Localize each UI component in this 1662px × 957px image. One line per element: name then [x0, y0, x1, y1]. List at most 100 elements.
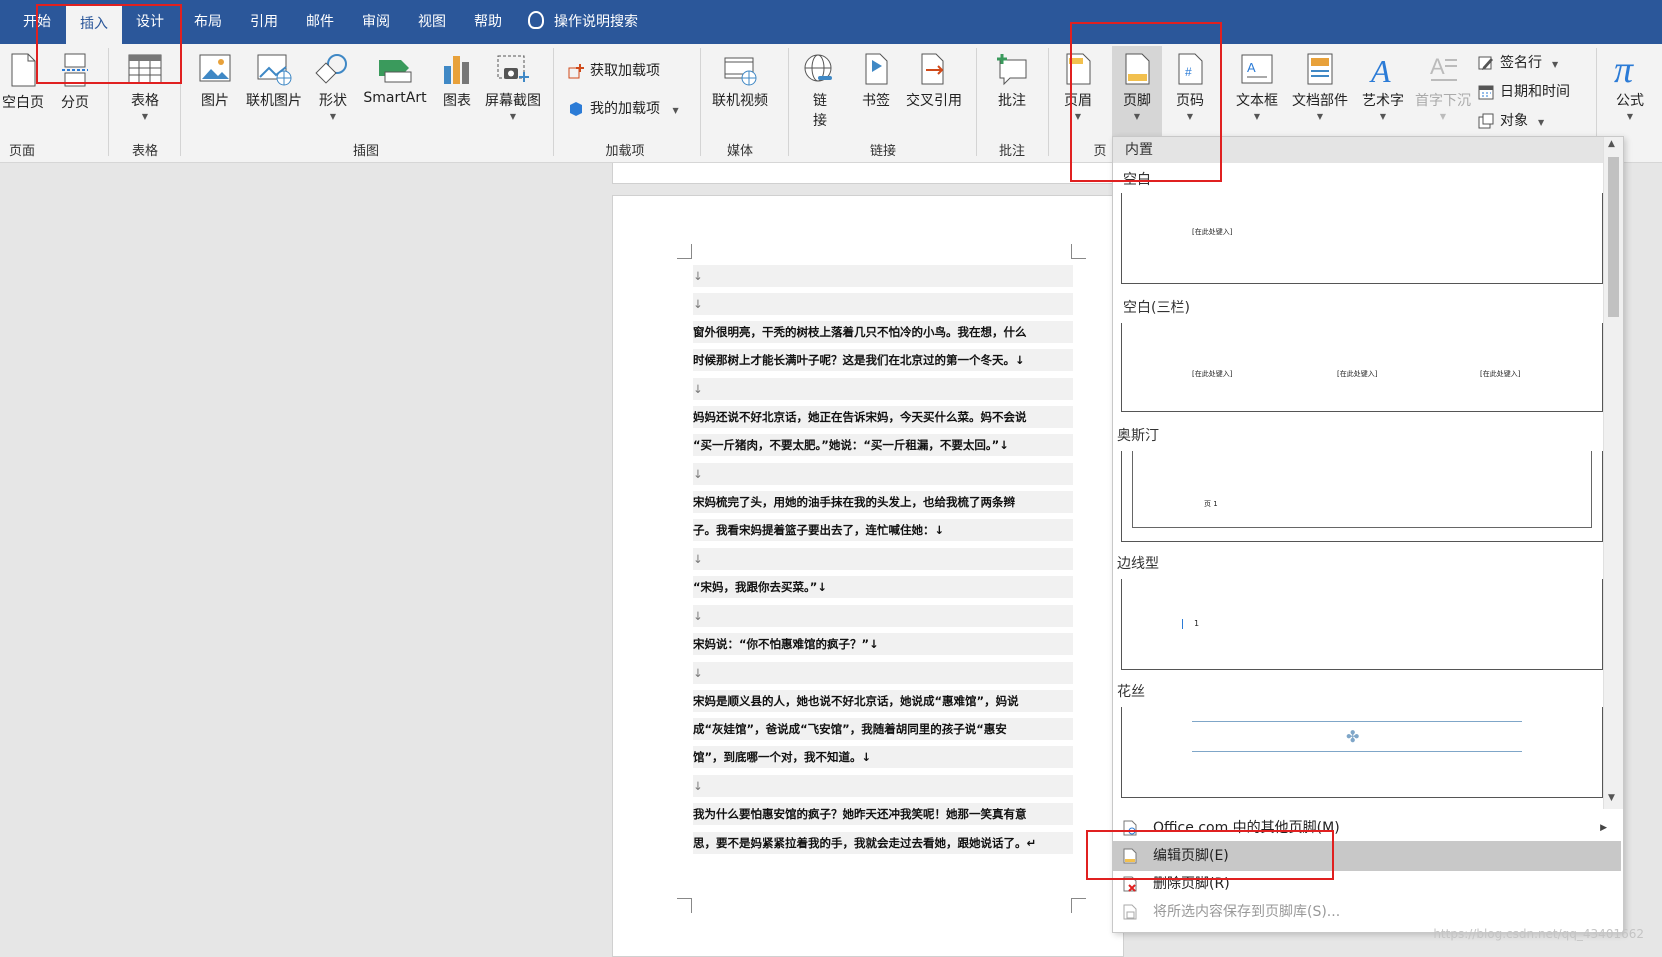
tab-help[interactable]: 帮助: [462, 0, 514, 44]
comment-label: 批注: [998, 93, 1026, 109]
menu-remove-footer[interactable]: 删除页脚(R): [1113, 869, 1621, 899]
delete-footer-icon: [1123, 876, 1137, 892]
wordart-button[interactable]: A 艺术字 ▼: [1358, 52, 1408, 121]
menu-more-footers-office[interactable]: Office.com 中的其他页脚(M) ▶: [1113, 813, 1621, 843]
tab-mailings[interactable]: 邮件: [294, 0, 346, 44]
page-break-button[interactable]: 分页: [54, 52, 96, 112]
chevron-down-icon: ▼: [1626, 112, 1634, 121]
footer-gallery-dropdown: 内置 空白 [在此处键入] 空白(三栏) [在此处键入] [在此处键入] [在此…: [1112, 136, 1624, 933]
my-addins-button[interactable]: 我的加载项 ▼: [568, 98, 679, 118]
signature-pen-icon: [1478, 56, 1493, 70]
paragraph-line[interactable]: 妈妈还说不好北京话，她正在告诉宋妈，今天买什么菜。妈不会说: [693, 406, 1073, 428]
smartart-button[interactable]: SmartArt: [358, 52, 432, 106]
cross-reference-button[interactable]: 交叉引用: [902, 52, 966, 110]
footer-option-blank-three-column[interactable]: [在此处键入] [在此处键入] [在此处键入]: [1121, 323, 1603, 412]
footer-icon: [1125, 53, 1150, 85]
paragraph-line[interactable]: 窗外很明亮，干秃的树枝上落着几只不怕冷的小鸟。我在想，什么: [693, 321, 1073, 343]
paragraph-line[interactable]: 宋妈是顺义县的人，她也说不好北京话，她说成“惠难馆”，妈说: [693, 690, 1073, 712]
shapes-icon: [315, 54, 347, 84]
gallery-item-title: 边线型: [1117, 556, 1159, 572]
filigree-ornament-icon: ✤: [1346, 727, 1360, 746]
group-label-links: 链接: [869, 144, 896, 159]
chart-button[interactable]: 图表: [436, 52, 478, 110]
tell-me-search[interactable]: 操作说明搜索: [528, 0, 638, 44]
paragraph-line[interactable]: 思，要不是妈紧紧拉着我的手，我就会走过去看她，跟她说话了。↵: [693, 832, 1073, 854]
group-label-comments: 批注: [998, 144, 1025, 159]
gallery-scrollbar[interactable]: ▲ ▼: [1603, 137, 1623, 809]
tab-view[interactable]: 视图: [406, 0, 458, 44]
link-button[interactable]: 链 接: [800, 52, 840, 130]
addins-cube-icon: [570, 102, 582, 116]
placeholder-text: [在此处键入]: [1192, 370, 1233, 378]
svg-text:A: A: [1369, 53, 1391, 86]
paragraph-line[interactable]: 宋妈说：“你不怕惠难馆的疯子？”↓: [693, 633, 1073, 655]
paragraph-line[interactable]: ↓: [693, 463, 1073, 485]
date-time-button[interactable]: 日期和时间: [1478, 81, 1570, 101]
paragraph-line[interactable]: ↓: [693, 662, 1073, 684]
paragraph-line[interactable]: 我为什么要怕惠安馆的疯子？她昨天还冲我笑呢！她那一笑真有意: [693, 803, 1073, 825]
signature-line-button[interactable]: 签名行 ▼: [1478, 52, 1558, 72]
tab-layout[interactable]: 布局: [182, 0, 234, 44]
signature-line-label: 签名行: [1500, 55, 1542, 71]
paragraph-line[interactable]: ↓: [693, 293, 1073, 315]
svg-text:#: #: [1185, 65, 1192, 79]
paragraph-line[interactable]: ↓: [693, 548, 1073, 570]
online-video-button[interactable]: 联机视频: [706, 52, 774, 110]
footer-option-blank[interactable]: [在此处键入]: [1121, 193, 1603, 284]
group-label-addins: 加载项: [605, 144, 645, 159]
footer-option-austin[interactable]: 页 1: [1121, 451, 1603, 542]
shapes-button[interactable]: 形状 ▼: [312, 52, 354, 121]
paragraph-line[interactable]: ↓: [693, 265, 1073, 287]
online-picture-button[interactable]: 联机图片: [242, 52, 306, 110]
page-number-button[interactable]: # 页码 ▼: [1168, 52, 1212, 121]
dropcap-button[interactable]: A 首字下沉 ▼: [1412, 52, 1474, 121]
screenshot-button[interactable]: 屏幕截图 ▼: [482, 52, 544, 121]
tab-design[interactable]: 设计: [124, 0, 176, 44]
scroll-down-arrow-icon[interactable]: ▼: [1608, 793, 1615, 803]
paragraph-line[interactable]: “宋妈，我跟你去买菜。”↓: [693, 576, 1073, 598]
chevron-down-icon: ▼: [1379, 112, 1387, 121]
crop-mark: [677, 898, 692, 913]
comment-button[interactable]: 批注: [990, 52, 1034, 110]
paragraph-line[interactable]: “买一斤猪肉，不要太肥。”她说：“买一斤租漏，不要太回。”↓: [693, 434, 1073, 456]
tab-references[interactable]: 引用: [238, 0, 290, 44]
footer-option-filigree[interactable]: ✤: [1121, 707, 1603, 798]
table-button[interactable]: 表格 ▼: [120, 52, 170, 121]
menu-label: Office.com 中的其他页脚(M): [1153, 820, 1340, 836]
get-addins-label: 获取加载项: [590, 63, 660, 79]
tab-review[interactable]: 审阅: [350, 0, 402, 44]
header-button[interactable]: 页眉 ▼: [1060, 52, 1096, 121]
object-button[interactable]: 对象 ▼: [1478, 110, 1544, 130]
ribbon-separator: [180, 48, 181, 156]
menu-save-selection-to-footer-gallery[interactable]: 将所选内容保存到页脚库(S)...: [1113, 897, 1621, 927]
menu-label: 删除页脚(R): [1153, 876, 1230, 892]
paragraph-line[interactable]: ↓: [693, 605, 1073, 627]
menu-edit-footer[interactable]: 编辑页脚(E): [1113, 841, 1621, 871]
bookmark-button[interactable]: 书签: [856, 52, 896, 110]
paragraph-line[interactable]: 成“灰娃馆”，爸说成“飞安馆”，我随着胡同里的孩子说“惠安: [693, 718, 1073, 740]
paragraph-line[interactable]: 子。我看宋妈提着篮子要出去了，连忙喊住她：↓: [693, 519, 1073, 541]
scroll-up-arrow-icon[interactable]: ▲: [1608, 139, 1615, 149]
scrollbar-thumb[interactable]: [1608, 157, 1619, 317]
footer-option-sideline[interactable]: 1: [1121, 579, 1603, 670]
get-addins-button[interactable]: 获取加载项: [568, 60, 660, 80]
paragraph-line[interactable]: 宋妈梳完了头，用她的油手抹在我的头发上，也给我梳了两条辫: [693, 491, 1073, 513]
textbox-button[interactable]: A 文本框 ▼: [1232, 52, 1282, 121]
table-label: 表格: [131, 93, 159, 109]
paragraph-line[interactable]: 时候那树上才能长满叶子呢？这是我们在北京过的第一个冬天。↓: [693, 349, 1073, 371]
paragraph-line[interactable]: ↓: [693, 775, 1073, 797]
crop-mark: [1071, 244, 1086, 259]
footer-button[interactable]: 页脚 ▼: [1112, 46, 1162, 136]
equation-button[interactable]: π 公式 ▼: [1606, 48, 1654, 121]
blank-page-button[interactable]: 空白页: [0, 52, 46, 112]
save-to-gallery-icon: [1123, 904, 1137, 920]
chevron-down-icon: ▼: [1552, 60, 1559, 69]
cross-reference-icon: [921, 53, 944, 85]
tab-insert[interactable]: 插入: [66, 6, 122, 44]
quick-parts-button[interactable]: 文档部件 ▼: [1288, 52, 1352, 121]
tab-home[interactable]: 开始: [14, 0, 60, 44]
paragraph-line[interactable]: ↓: [693, 378, 1073, 400]
gallery-item-title: 奥斯汀: [1117, 428, 1159, 444]
picture-button[interactable]: 图片: [194, 52, 236, 110]
paragraph-line[interactable]: 馆”，到底哪一个对，我不知道。↓: [693, 746, 1073, 768]
